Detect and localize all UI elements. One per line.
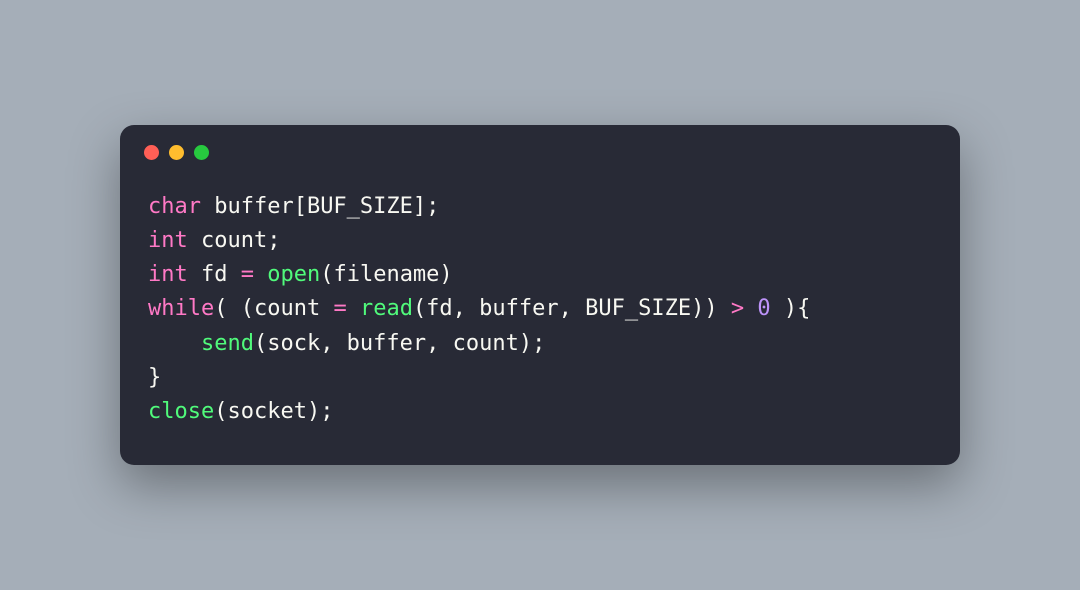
window-titlebar: [120, 125, 960, 170]
close-icon[interactable]: [144, 145, 159, 160]
minimize-icon[interactable]: [169, 145, 184, 160]
code-window: char buffer[BUF_SIZE]; int count; int fd…: [120, 125, 960, 465]
maximize-icon[interactable]: [194, 145, 209, 160]
code-content: char buffer[BUF_SIZE]; int count; int fd…: [120, 170, 960, 465]
